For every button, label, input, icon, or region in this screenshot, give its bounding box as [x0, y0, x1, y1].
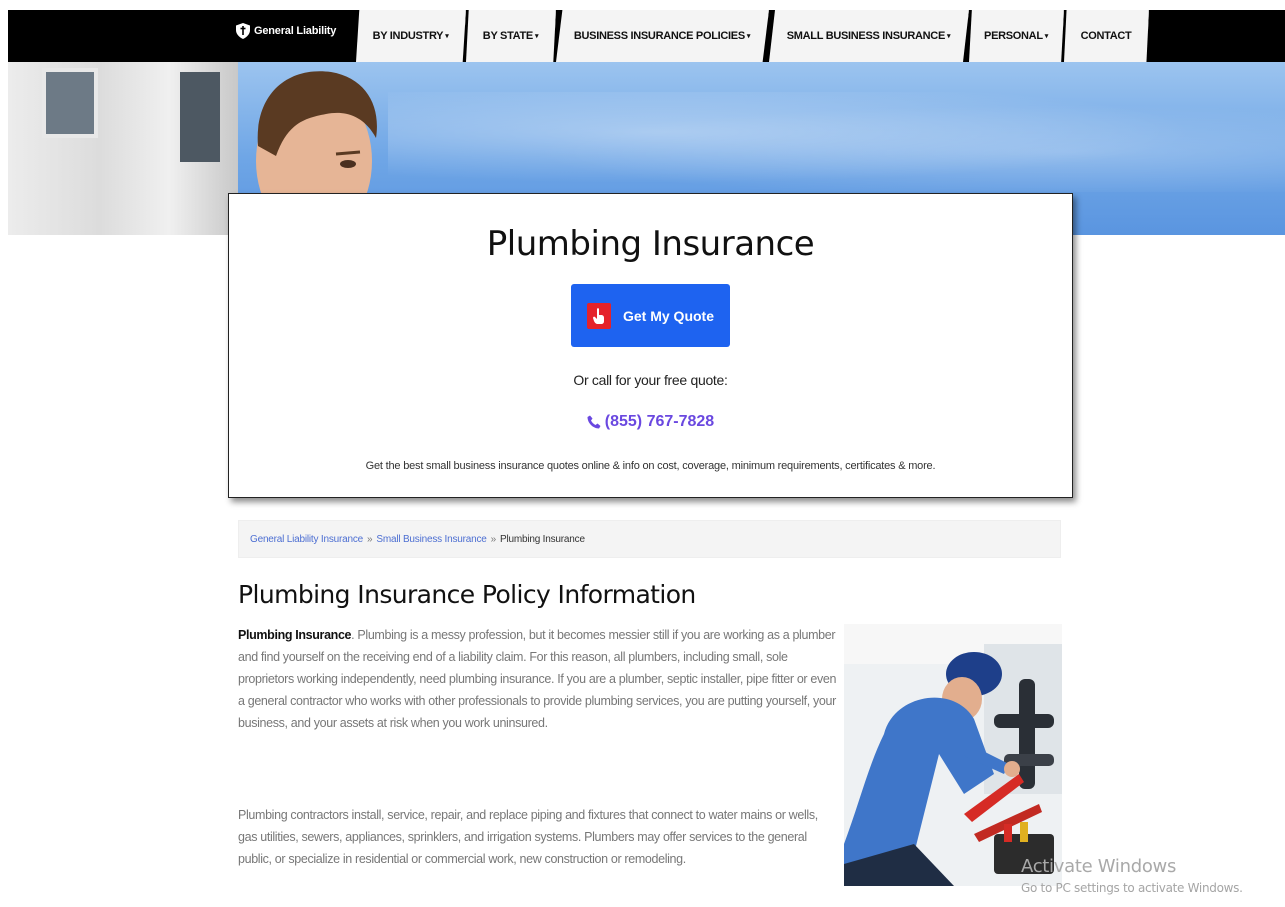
nav-label: CONTACT: [1080, 30, 1132, 42]
breadcrumb-separator: »: [490, 533, 497, 545]
logo-text: General Liability: [254, 25, 337, 37]
quote-card: Plumbing Insurance Get My Quote Or call …: [228, 193, 1073, 498]
hero-clouds: [388, 92, 1285, 192]
caret-down-icon: ▾: [1044, 33, 1049, 40]
get-my-quote-button[interactable]: Get My Quote: [571, 284, 730, 347]
phone-link[interactable]: (855) 767-7828: [229, 413, 1072, 431]
section-heading: Plumbing Insurance Policy Information: [238, 580, 696, 609]
top-navigation-bar: General Liability BY INDUSTRY ▾ BY STATE ▾…: [8, 10, 1285, 62]
phone-icon: [587, 415, 601, 429]
shield-icon: [236, 23, 250, 39]
hand-pointer-icon: [586, 302, 611, 329]
article-paragraph: Plumbing contractors install, service, r…: [238, 808, 818, 866]
caret-down-icon: ▾: [534, 33, 539, 40]
caret-down-icon: ▾: [947, 33, 951, 40]
breadcrumb: General Liability Insurance » Small Busi…: [238, 520, 1061, 558]
activate-windows-watermark: Activate Windows Go to PC settings to ac…: [1021, 856, 1243, 895]
quote-button-label: Get My Quote: [622, 307, 714, 324]
hero-window: [180, 72, 220, 162]
caret-down-icon: ▾: [445, 33, 449, 40]
main-nav: BY INDUSTRY ▾ BY STATE ▾ BUSINESS INSURANC…: [356, 10, 1149, 62]
breadcrumb-separator: »: [367, 533, 373, 545]
watermark-title: Activate Windows: [1021, 856, 1177, 877]
nav-label: BY STATE: [482, 30, 533, 42]
breadcrumb-current: Plumbing Insurance: [500, 533, 585, 545]
nav-label: SMALL BUSINESS INSURANCE: [786, 30, 946, 42]
hero-window: [42, 68, 98, 138]
tagline: Get the best small business insurance qu…: [365, 460, 936, 472]
call-text: Or call for your free quote:: [573, 372, 728, 388]
nav-item-personal[interactable]: PERSONAL ▾: [969, 10, 1064, 62]
nav-label: BY INDUSTRY: [372, 30, 444, 42]
watermark-subtitle: Go to PC settings to activate Windows.: [1021, 881, 1243, 895]
article-paragraph: Plumbing Insurance. Plumbing is a messy …: [238, 624, 838, 734]
nav-label: BUSINESS INSURANCE POLICIES: [573, 30, 745, 42]
page-title: Plumbing Insurance: [486, 224, 815, 264]
nav-item-by-industry[interactable]: BY INDUSTRY ▾: [356, 10, 466, 62]
caret-down-icon: ▾: [746, 33, 751, 40]
phone-number: (855) 767-7828: [604, 413, 715, 430]
nav-item-by-state[interactable]: BY STATE ▾: [466, 10, 556, 62]
breadcrumb-link-small-business[interactable]: Small Business Insurance: [376, 534, 486, 545]
nav-label: PERSONAL: [984, 30, 1043, 42]
paragraph-bold-lead: Plumbing Insurance: [238, 628, 352, 642]
paragraph-text: . Plumbing is a messy profession, but it…: [238, 628, 837, 730]
nav-item-contact[interactable]: CONTACT: [1064, 10, 1149, 62]
nav-item-business-insurance-policies[interactable]: BUSINESS INSURANCE POLICIES ▾: [556, 10, 769, 62]
plumber-photo: [844, 624, 1062, 886]
site-logo[interactable]: General Liability: [236, 10, 336, 52]
breadcrumb-link-general-liability[interactable]: General Liability Insurance: [250, 534, 363, 545]
nav-item-small-business-insurance[interactable]: SMALL BUSINESS INSURANCE ▾: [769, 10, 969, 62]
